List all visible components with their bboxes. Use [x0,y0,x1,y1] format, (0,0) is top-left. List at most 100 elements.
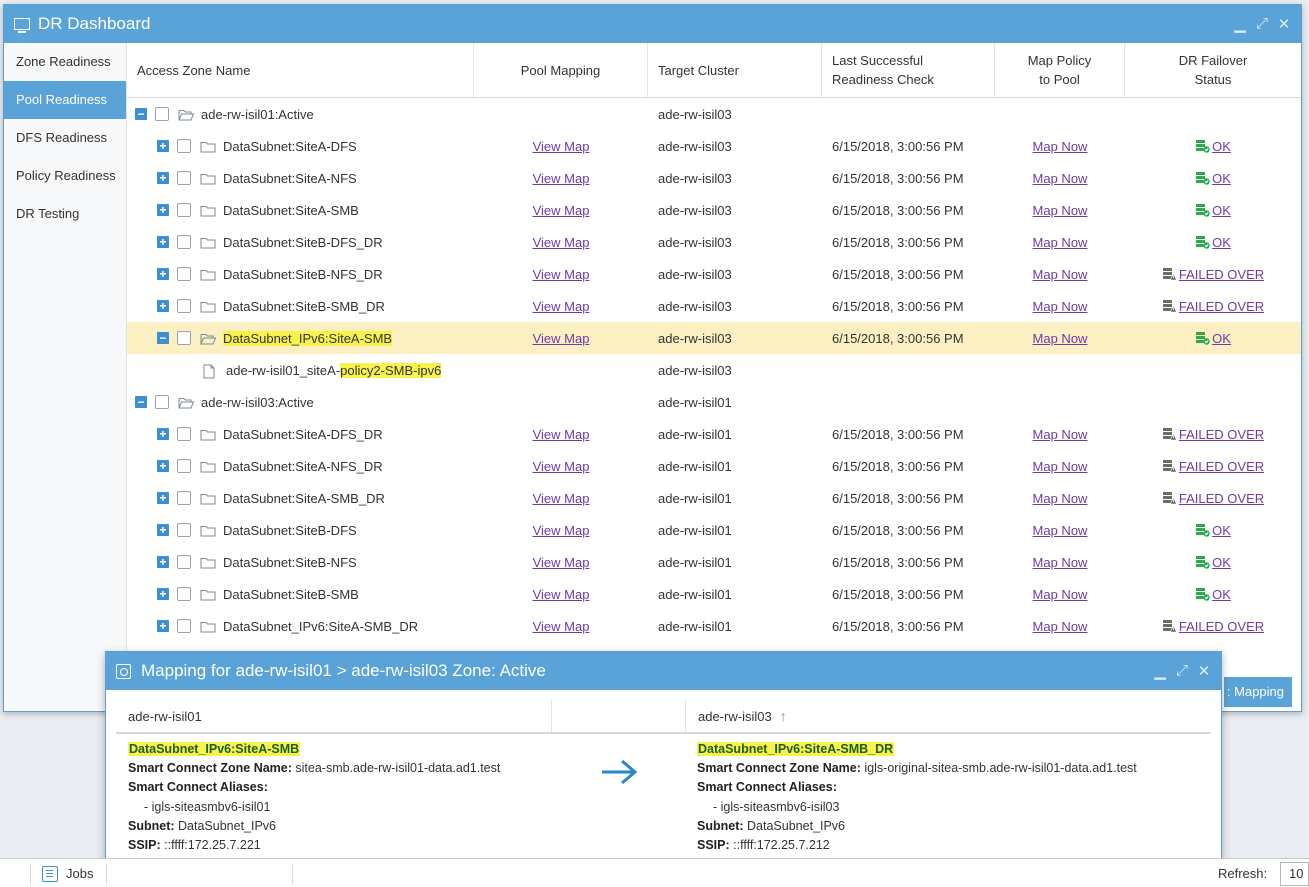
row-checkbox[interactable] [155,395,169,409]
expand-icon[interactable]: + [157,492,169,504]
view-map-link[interactable]: View Map [533,587,590,602]
view-map-link[interactable]: View Map [533,235,590,250]
collapse-icon[interactable]: − [135,396,147,408]
map-now-link[interactable]: Map Now [1033,459,1088,474]
view-map-link[interactable]: View Map [533,427,590,442]
col-header-last-check[interactable]: Last Successful Readiness Check [822,43,995,97]
view-map-link[interactable]: View Map [533,139,590,154]
row-checkbox[interactable] [177,139,191,153]
table-row[interactable]: + DataSubnet:SiteA-NFS_DR View Map ade-rw-i… [127,450,1301,482]
sidebar-item-policy-readiness[interactable]: Policy Readiness [4,157,126,195]
map-now-link[interactable]: Map Now [1033,331,1088,346]
dr-status-link[interactable]: FAILED OVER [1179,619,1264,634]
maximize-icon[interactable]: ⤢ [1255,15,1269,33]
col-header-map-policy[interactable]: Map Policy to Pool [995,43,1125,97]
collapse-icon[interactable]: − [157,332,169,344]
table-row[interactable]: − ade-rw-isil01:Active ade-rw-isil03 [127,98,1301,130]
view-map-link[interactable]: View Map [533,555,590,570]
row-checkbox[interactable] [177,235,191,249]
dr-status-link[interactable]: OK [1212,171,1231,186]
table-row[interactable]: − ade-rw-isil03:Active ade-rw-isil01 [127,386,1301,418]
expand-icon[interactable]: + [157,588,169,600]
dr-status-link[interactable]: OK [1212,587,1231,602]
table-row[interactable]: + DataSubnet:SiteB-SMB_DR View Map ade-rw-i… [127,290,1301,322]
dr-status-link[interactable]: FAILED OVER [1179,491,1264,506]
minimize-icon[interactable]: ▁ [1153,662,1167,680]
table-row[interactable]: + DataSubnet:SiteA-NFS View Map ade-rw-isil… [127,162,1301,194]
expand-icon[interactable]: + [157,140,169,152]
dr-status-link[interactable]: FAILED OVER [1179,459,1264,474]
col-header-dr-status[interactable]: DR Failover Status [1125,43,1301,97]
table-row[interactable]: + DataSubnet:SiteB-NFS View Map ade-rw-isil… [127,546,1301,578]
dr-status-link[interactable]: OK [1212,523,1231,538]
expand-icon[interactable]: + [157,556,169,568]
sidebar-item-dr-testing[interactable]: DR Testing [4,195,126,233]
dr-status-link[interactable]: OK [1212,203,1231,218]
refresh-interval-input[interactable]: 10 [1280,862,1309,886]
dr-status-link[interactable]: OK [1212,235,1231,250]
mapping-button[interactable]: : Mapping [1224,677,1292,707]
row-checkbox[interactable] [177,203,191,217]
dr-status-link[interactable]: FAILED OVER [1179,299,1264,314]
sidebar-item-dfs-readiness[interactable]: DFS Readiness [4,119,126,157]
mapping-popup-titlebar[interactable]: Mapping for ade-rw-isil01 > ade-rw-isil0… [106,652,1221,690]
table-row[interactable]: + DataSubnet:SiteA-SMB_DR View Map ade-rw-i… [127,482,1301,514]
row-checkbox[interactable] [155,107,169,121]
row-checkbox[interactable] [177,555,191,569]
row-checkbox[interactable] [177,459,191,473]
map-now-link[interactable]: Map Now [1033,523,1088,538]
view-map-link[interactable]: View Map [533,331,590,346]
table-row[interactable]: + DataSubnet:SiteA-DFS_DR View Map ade-rw-i… [127,418,1301,450]
mapping-target-header[interactable]: ade-rw-isil03 ↑ [686,700,1211,732]
close-icon[interactable]: ✕ [1277,15,1291,33]
table-row[interactable]: − DataSubnet_IPv6:SiteA-SMB View Map ade-rw… [127,322,1301,354]
minimize-icon[interactable]: ▁ [1233,15,1247,33]
map-now-link[interactable]: Map Now [1033,587,1088,602]
view-map-link[interactable]: View Map [533,459,590,474]
row-checkbox[interactable] [177,491,191,505]
map-now-link[interactable]: Map Now [1033,299,1088,314]
dr-status-link[interactable]: OK [1212,139,1231,154]
expand-icon[interactable]: + [157,300,169,312]
map-now-link[interactable]: Map Now [1033,555,1088,570]
row-checkbox[interactable] [177,427,191,441]
col-header-target-cluster[interactable]: Target Cluster [648,43,822,97]
expand-icon[interactable]: + [157,428,169,440]
col-header-access-zone[interactable]: Access Zone Name [127,43,474,97]
close-icon[interactable]: ✕ [1197,662,1211,680]
row-checkbox[interactable] [177,267,191,281]
row-checkbox[interactable] [177,331,191,345]
map-now-link[interactable]: Map Now [1033,203,1088,218]
expand-icon[interactable]: + [157,524,169,536]
row-checkbox[interactable] [177,587,191,601]
map-now-link[interactable]: Map Now [1033,171,1088,186]
mapping-source-header[interactable]: ade-rw-isil01 [116,700,552,732]
map-now-link[interactable]: Map Now [1033,267,1088,282]
view-map-link[interactable]: View Map [533,491,590,506]
map-now-link[interactable]: Map Now [1033,427,1088,442]
row-checkbox[interactable] [177,523,191,537]
col-header-pool-mapping[interactable]: Pool Mapping [474,43,648,97]
table-row[interactable]: + DataSubnet:SiteA-SMB View Map ade-rw-isil… [127,194,1301,226]
sidebar-item-zone-readiness[interactable]: Zone Readiness [4,43,126,81]
view-map-link[interactable]: View Map [533,523,590,538]
view-map-link[interactable]: View Map [533,203,590,218]
map-now-link[interactable]: Map Now [1033,139,1088,154]
dr-status-link[interactable]: OK [1212,555,1231,570]
view-map-link[interactable]: View Map [533,299,590,314]
table-row[interactable]: + DataSubnet:SiteA-DFS View Map ade-rw-isil… [127,130,1301,162]
jobs-button[interactable]: Jobs [42,859,93,887]
table-row[interactable]: ade-rw-isil01_siteA-policy2-SMB-ipv6 ade-… [127,354,1301,386]
expand-icon[interactable]: + [157,620,169,632]
map-now-link[interactable]: Map Now [1033,619,1088,634]
row-checkbox[interactable] [177,619,191,633]
table-row[interactable]: + DataSubnet:SiteB-DFS View Map ade-rw-isil… [127,514,1301,546]
row-checkbox[interactable] [177,299,191,313]
map-now-link[interactable]: Map Now [1033,235,1088,250]
map-now-link[interactable]: Map Now [1033,491,1088,506]
maximize-icon[interactable]: ⤢ [1175,662,1189,680]
view-map-link[interactable]: View Map [533,267,590,282]
dr-status-link[interactable]: FAILED OVER [1179,427,1264,442]
expand-icon[interactable]: + [157,268,169,280]
view-map-link[interactable]: View Map [533,619,590,634]
